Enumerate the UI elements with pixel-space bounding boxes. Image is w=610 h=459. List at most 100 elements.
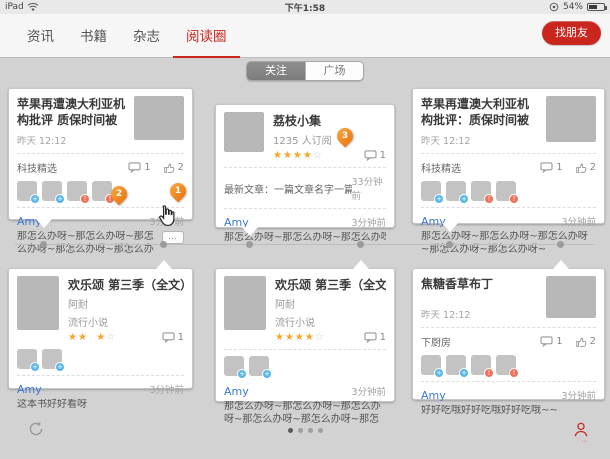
contacts-button[interactable]: ⋯ [572,421,590,445]
comment-stat[interactable]: 1 [162,332,184,343]
avatar-badge-icon [509,194,519,204]
collection-thumbnail [224,112,264,152]
segment-follow[interactable]: 关注 [247,62,305,80]
comment-text: 这本书好好看呀 [17,399,87,410]
avatar-badge-icon [434,368,444,378]
comment-bubble-icon [128,162,141,173]
star-rating: ★★★★ [273,150,313,161]
comment-stat[interactable]: 1 [128,162,151,173]
star-rating: ★★★★ [275,332,315,343]
contacts-dots-icon: ⋯ [581,438,589,445]
friend-avatar[interactable] [42,181,65,204]
segment-plaza[interactable]: 广场 [305,62,363,80]
segmented-control: 关注 广场 [246,61,364,81]
card-news-top-left[interactable]: 苹果再遭澳大利亚机构批评 质保时间被迫延长 昨天 12:12 科技精选 1 2 [8,88,193,255]
comment-stat[interactable]: 1 [364,150,386,161]
divider [17,153,184,154]
divider [421,327,596,328]
tutorial-pin-1: 1 [166,179,190,203]
book-title: 欢乐颂 第三季（全文） [68,278,184,292]
header: iPad 下午1:58 54% 资讯 书籍 杂志 阅读圈 找朋友 [0,0,610,58]
card-pointer [442,223,458,232]
book-cover [224,276,266,330]
comment-stat[interactable]: 1 [540,162,563,173]
avatar-badge-icon [459,194,469,204]
card-title: 焦糖香草布丁 [421,277,494,291]
page-dot [287,428,293,433]
thumbs-up-icon [163,163,175,173]
book-title: 欢乐颂 第三季（全文） [275,278,386,292]
divider [421,207,596,208]
status-bar: iPad 下午1:58 54% [0,0,610,14]
friend-avatar[interactable] [471,355,494,378]
timeline-dot [357,241,364,248]
card-time: 昨天 12:12 [421,136,471,147]
comment-text: 那怎么办呀~那怎么办呀~那怎么办呀~那怎么办呀~那怎么办呀 [17,231,154,255]
friend-avatar[interactable] [249,356,272,379]
comment-time: 3分钟前 [149,385,184,396]
comment-time: 3分钟前 [351,387,386,398]
tab-news[interactable]: 资讯 [14,14,67,58]
friend-avatar[interactable] [92,181,115,204]
battery-icon [587,3,607,11]
like-stat[interactable]: 2 [163,162,184,174]
card-pointer [156,260,172,269]
card-pointer [553,260,569,269]
comment-time: 3分钟前 [561,217,596,228]
avatar-badge-icon [55,362,65,372]
book-genre: 流行小说 [68,318,108,329]
comment-bubble-icon [364,332,377,343]
friend-avatar[interactable] [446,181,469,204]
avatar-badge-icon [262,369,272,379]
like-stat[interactable]: 2 [575,336,596,348]
page-indicator [0,428,610,433]
friend-avatar[interactable] [446,355,469,378]
card-book-bottom-middle[interactable]: 欢乐颂 第三季（全文） 阿耐 流行小说 ★★★★☆ 1 [215,260,395,425]
friend-avatar[interactable] [17,349,40,372]
comment-stat[interactable]: 1 [364,332,386,343]
commenter-name[interactable]: Amy [224,385,249,398]
source-label: 科技精选 [421,164,461,175]
commenter-name[interactable]: Amy [421,389,446,402]
friend-avatar[interactable] [224,356,247,379]
card-collection[interactable]: 荔枝小集 1235 人订阅 ★★★★☆ 1 最新文章：一篇文章名字一篇文章 33… [215,104,395,243]
subscriber-count: 1235 人订阅 [273,136,332,147]
friend-avatar[interactable] [471,181,494,204]
comment-bubble-icon [364,150,377,161]
friend-avatar[interactable] [496,355,519,378]
source-label: 科技精选 [17,164,57,175]
tab-books[interactable]: 书籍 [67,14,120,58]
card-pointer [353,260,369,269]
collection-title: 荔枝小集 [273,114,322,128]
tab-magazines[interactable]: 杂志 [120,14,173,58]
avatar-badge-icon [30,362,40,372]
divider [17,375,184,376]
card-news-bottom-right[interactable]: 焦糖香草布丁 昨天 12:12 下厨房 1 2 + + ! ! Amy 3分钟前… [412,260,605,416]
friend-avatar[interactable] [421,355,444,378]
friend-avatar[interactable] [67,181,90,204]
friend-avatar[interactable] [421,181,444,204]
latest-time: 33分钟前 [351,177,383,202]
card-time: 昨天 12:12 [421,310,471,321]
tab-reading-circle[interactable]: 阅读圈 [173,14,240,58]
like-stat[interactable]: 2 [575,162,596,174]
commenter-name[interactable]: Amy [17,383,42,396]
avatar-badge-icon [484,194,494,204]
timeline-dot [246,241,253,248]
comment-stat[interactable]: 1 [540,336,563,347]
star-rating: ★★ ★ [68,332,107,343]
card-title: 苹果再遭澳大利亚机构批评：质保时间被迫延长 [421,97,530,127]
latest-article[interactable]: 最新文章：一篇文章名字一篇文章 [224,181,352,196]
page-dot [317,428,323,433]
friend-avatar[interactable] [496,181,519,204]
avatar-badge-icon [459,368,469,378]
friend-avatar[interactable] [42,349,65,372]
friend-avatar[interactable] [17,181,40,204]
divider [224,349,386,350]
divider [421,153,596,154]
find-friends-button[interactable]: 找朋友 [542,21,601,45]
avatar-badge-icon [434,194,444,204]
card-news-top-right[interactable]: 苹果再遭澳大利亚机构批评：质保时间被迫延长 昨天 12:12 科技精选 1 2 [412,88,605,255]
divider [224,208,386,209]
card-book-bottom-left[interactable]: 欢乐颂 第三季（全文） 阿耐 流行小说 ★★ ★ ☆ 1 + + Amy 3分钟… [8,260,193,410]
